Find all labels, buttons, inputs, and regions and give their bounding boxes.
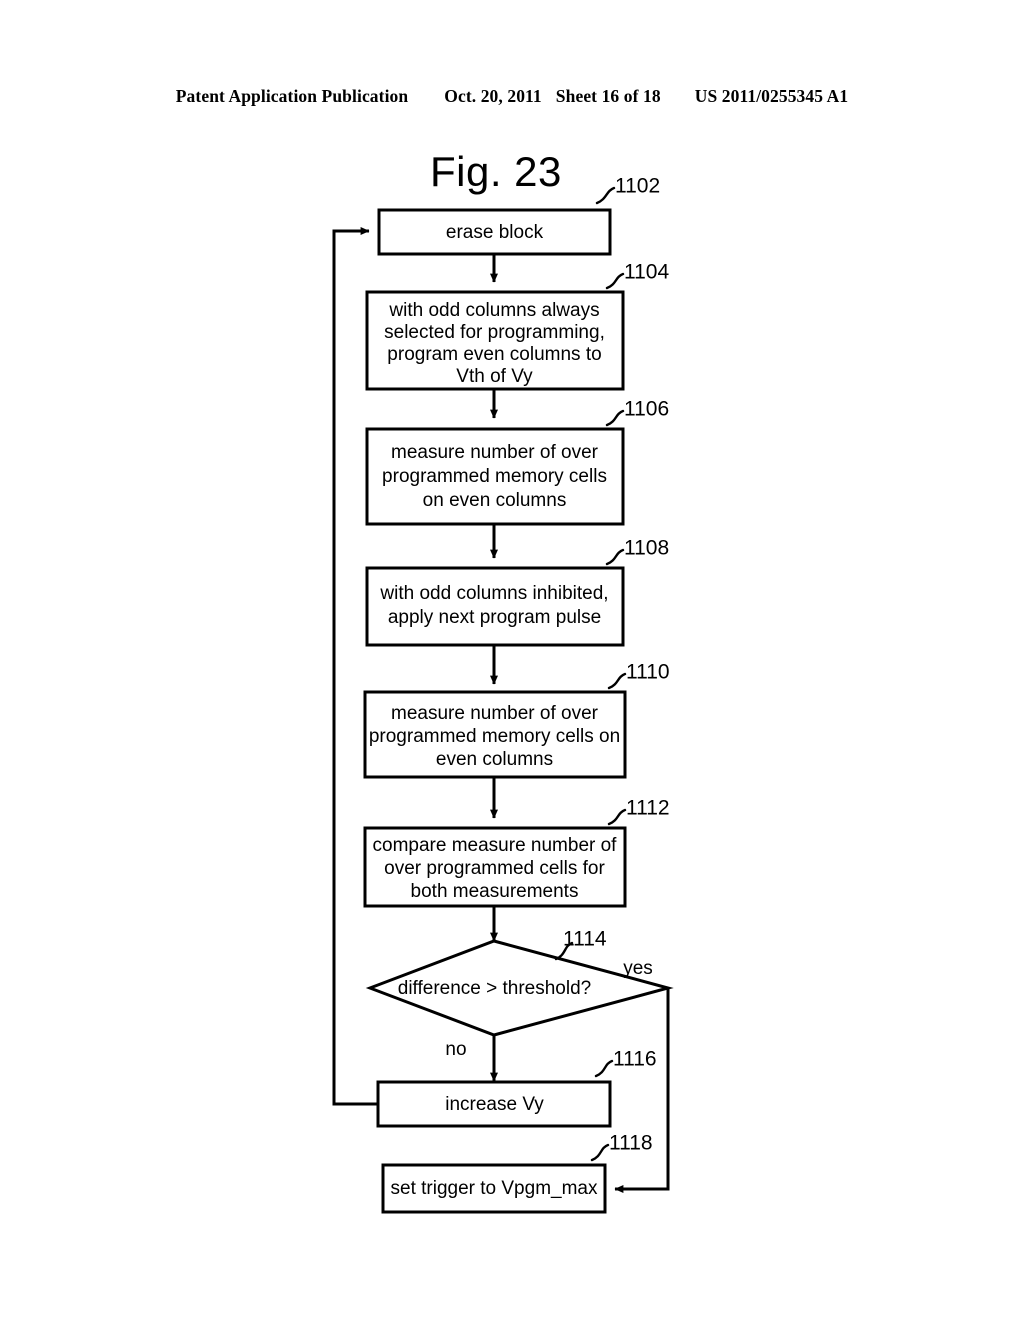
- flowchart-node-1102[interactable]: erase block 1102: [377, 175, 660, 256]
- node-1116-line-0: increase Vy: [445, 1094, 544, 1115]
- node-1104-leader: [605, 272, 625, 290]
- node-1106-line-2: on even columns: [423, 490, 567, 511]
- node-1110-leader: [607, 672, 627, 690]
- node-1108-leader: [605, 548, 625, 566]
- flowchart-node-1114[interactable]: difference > threshold? 1114: [365, 928, 674, 1037]
- flowchart-diagram: erase block 1102 with odd columns always…: [332, 175, 674, 1214]
- flowchart-node-1118[interactable]: set trigger to Vpgm_max 1118: [381, 1132, 653, 1214]
- branch-label-no: no: [445, 1039, 466, 1060]
- flowchart-node-1110[interactable]: measure number of over programmed memory…: [363, 661, 670, 779]
- node-1118-ref-number: 1118: [609, 1132, 653, 1155]
- node-1102-leader: [595, 186, 616, 205]
- node-1102-ref-number: 1102: [615, 175, 660, 198]
- node-1112-ref-number: 1112: [626, 797, 670, 820]
- flowchart-node-1116[interactable]: increase Vy 1116: [376, 1048, 657, 1128]
- node-1106-line-1: programmed memory cells: [382, 466, 607, 487]
- node-1104-line-3: Vth of Vy: [456, 366, 533, 387]
- node-1110-line-2: even columns: [436, 749, 553, 770]
- node-1114-line-0: difference > threshold?: [398, 978, 591, 999]
- connector-1114-yes-1118: [614, 988, 670, 1193]
- node-1116-ref-number: 1116: [613, 1048, 657, 1071]
- node-1110-ref-number: 1110: [626, 661, 670, 684]
- flowchart-node-1108[interactable]: with odd columns inhibited, apply next p…: [365, 537, 669, 647]
- node-1118-leader: [590, 1143, 610, 1162]
- node-1102-line-0: erase block: [446, 222, 544, 243]
- node-1116-leader: [594, 1059, 614, 1078]
- node-1112-line-2: both measurements: [411, 881, 579, 902]
- node-1106-line-0: measure number of over: [391, 442, 599, 463]
- node-1104-line-0: with odd columns always: [388, 300, 599, 321]
- node-1114-ref-number: 1114: [563, 928, 607, 951]
- node-1118-line-0: set trigger to Vpgm_max: [391, 1178, 598, 1199]
- node-1104-line-1: selected for programming,: [384, 322, 605, 343]
- node-1112-leader: [607, 808, 627, 826]
- node-1108-line-1: apply next program pulse: [388, 607, 601, 628]
- flowchart-node-1106[interactable]: measure number of over programmed memory…: [365, 398, 669, 526]
- flowchart-node-1112[interactable]: compare measure number of over programme…: [363, 797, 670, 908]
- node-1106-leader: [605, 409, 625, 427]
- flowchart-node-1104[interactable]: with odd columns always selected for pro…: [365, 261, 669, 391]
- node-1104-line-2: program even columns to: [387, 344, 601, 365]
- branch-label-yes: yes: [623, 958, 653, 979]
- node-1110-line-1: programmed memory cells on: [369, 726, 620, 747]
- node-1112-line-0: compare measure number of: [373, 835, 618, 856]
- node-1108-line-0: with odd columns inhibited,: [379, 583, 608, 604]
- node-1110-line-0: measure number of over: [391, 703, 599, 724]
- node-1106-ref-number: 1106: [624, 398, 669, 421]
- node-1108-ref-number: 1108: [624, 537, 669, 560]
- node-1112-line-1: over programmed cells for: [384, 858, 605, 879]
- node-1104-ref-number: 1104: [624, 261, 669, 284]
